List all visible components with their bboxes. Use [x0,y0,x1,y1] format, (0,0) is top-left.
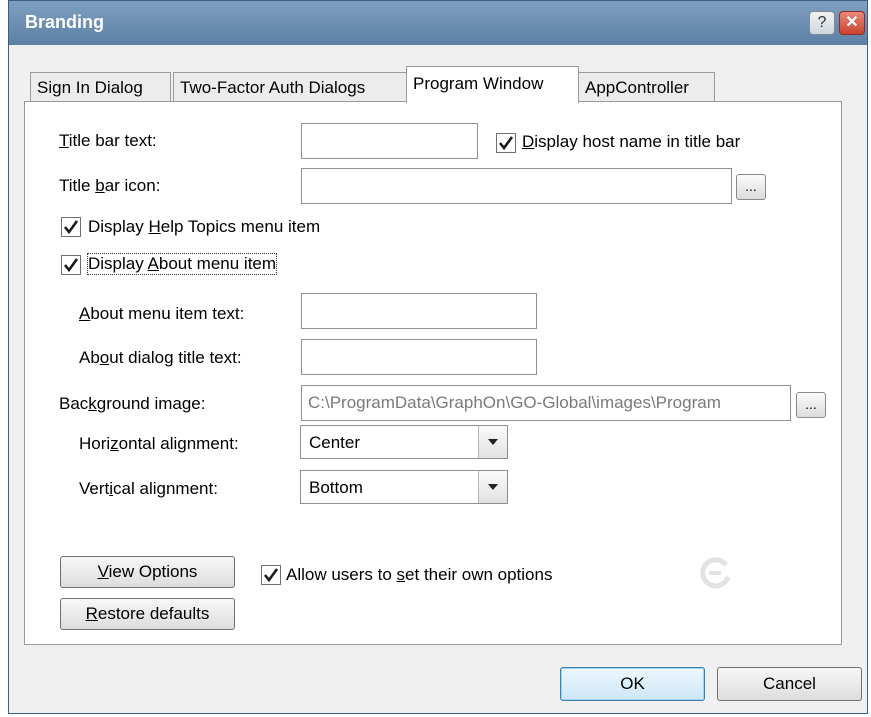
display-help-topics-checkbox[interactable] [61,217,81,237]
dialog-title: Branding [25,12,104,32]
title-bar-icon-input[interactable] [301,168,732,204]
close-button[interactable]: ✕ [839,11,865,35]
title-bar-icon-label: Title bar icon: [59,176,161,195]
title-bar-text-label: Title bar text: [59,131,157,150]
tab-label: Two-Factor Auth Dialogs [180,78,366,97]
title-bar-icon-browse-button[interactable]: ... [736,174,766,200]
allow-users-options-label[interactable]: Allow users to set their own options [286,565,552,585]
title-bar-text-input[interactable] [301,123,478,159]
horizontal-alignment-select[interactable]: Center [300,425,508,459]
close-icon: ✕ [845,14,859,31]
title-bar: Branding ? ✕ [9,1,867,45]
tab-label: AppController [585,78,689,97]
background-image-label: Background image: [59,394,206,413]
about-menu-item-text-label: About menu item text: [79,304,245,323]
about-menu-item-text-input[interactable] [301,293,537,329]
display-about-checkbox[interactable] [61,255,81,275]
help-icon: ? [817,14,827,31]
help-button[interactable]: ? [809,11,835,35]
tab-sign-in-dialog[interactable]: Sign In Dialog [30,72,171,102]
tab-label: Sign In Dialog [37,78,143,97]
view-options-button[interactable]: View Options [60,556,235,588]
about-dialog-title-text-input[interactable] [301,339,537,375]
tab-program-window[interactable]: Program Window [406,66,579,103]
background-image-input[interactable]: C:\ProgramData\GraphOn\GO-Global\images\… [301,385,791,421]
checkmark-icon [263,568,279,583]
cancel-button[interactable]: Cancel [717,667,862,701]
checkmark-icon [63,220,79,235]
display-about-label[interactable]: Display About menu item [86,253,278,275]
display-help-topics-label[interactable]: Display Help Topics menu item [88,217,320,237]
vertical-alignment-select[interactable]: Bottom [300,470,508,504]
chevron-down-icon[interactable] [478,426,507,458]
tab-label: Program Window [413,74,544,93]
tab-appcontroller[interactable]: AppController [578,72,715,102]
about-dialog-title-text-label: About dialog title text: [79,348,242,367]
background-image-browse-button[interactable]: ... [796,392,826,418]
allow-users-options-checkbox[interactable] [261,565,281,585]
display-host-name-label[interactable]: Display host name in title bar [522,132,740,152]
checkmark-icon [498,136,514,151]
vertical-alignment-value: Bottom [309,478,363,497]
horizontal-alignment-value: Center [309,433,361,452]
horizontal-alignment-label: Horizontal alignment: [79,434,239,453]
checkmark-icon [63,258,79,273]
display-host-name-checkbox[interactable] [496,133,516,153]
tab-two-factor-auth-dialogs[interactable]: Two-Factor Auth Dialogs [173,72,407,102]
ok-button[interactable]: OK [560,667,705,701]
chevron-down-icon[interactable] [478,471,507,503]
graphon-logo-icon [700,557,731,589]
restore-defaults-button[interactable]: Restore defaults [60,598,235,630]
vertical-alignment-label: Vertical alignment: [79,479,218,498]
